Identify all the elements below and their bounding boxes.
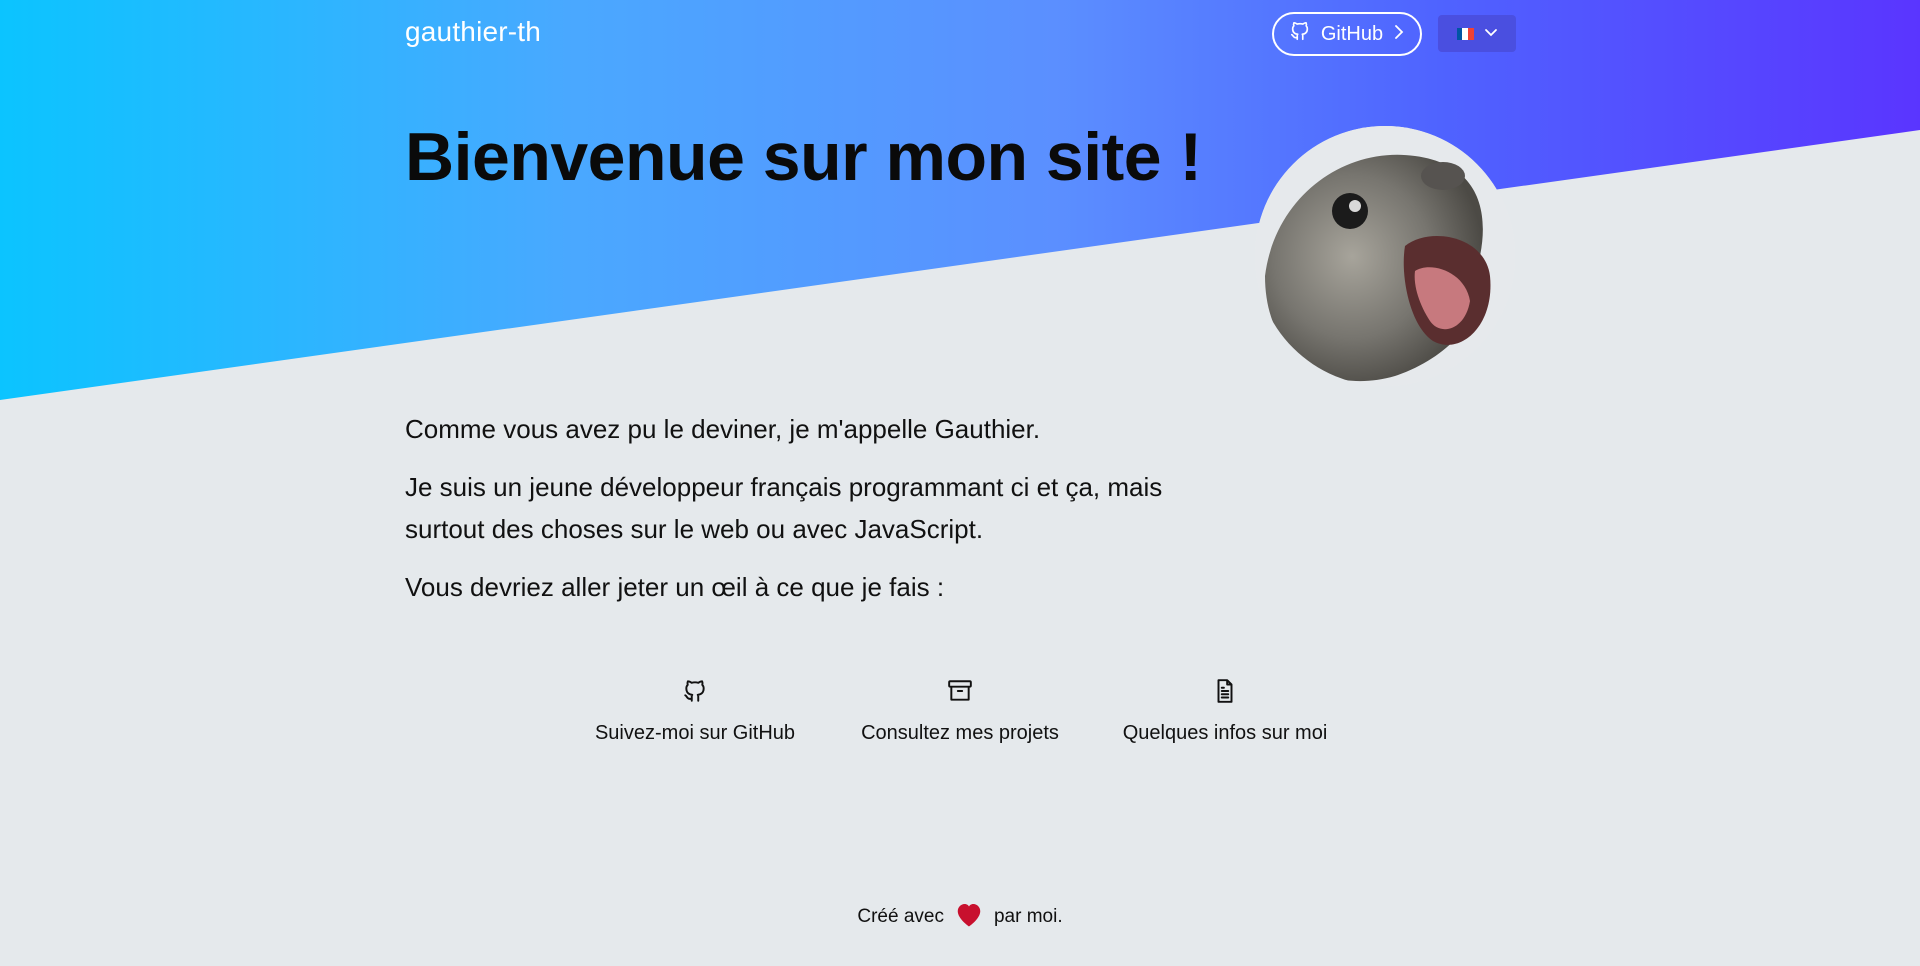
about-link[interactable]: Quelques infos sur moi [1110, 678, 1340, 745]
footer-text-after: par moi. [993, 906, 1063, 927]
github-button-label: GitHub [1320, 22, 1384, 45]
page-title: Bienvenue sur mon site ! [405, 119, 1202, 195]
chevron-down-icon [1484, 25, 1498, 43]
footer-text-before: Créé avec [857, 906, 944, 927]
intro-paragraph-2: Je suis un jeune développeur français pr… [405, 472, 1163, 544]
projects-link-label: Consultez mes projets [861, 722, 1059, 744]
github-header-button[interactable]: GitHub [1272, 12, 1422, 56]
intro-text: Comme vous avez pu le deviner, je m'appe… [405, 408, 1205, 624]
about-link-label: Quelques infos sur moi [1122, 722, 1328, 744]
github-icon [1289, 20, 1311, 48]
language-selector[interactable] [1438, 15, 1516, 52]
document-icon [1212, 678, 1238, 710]
avatar-seal-photo [1255, 126, 1515, 386]
footer: Créé avec par moi. [0, 900, 1920, 934]
projects-link[interactable]: Consultez mes projets [845, 678, 1075, 745]
intro-paragraph-1: Comme vous avez pu le deviner, je m'appe… [405, 414, 1041, 444]
github-link[interactable]: Suivez-moi sur GitHub [580, 678, 810, 745]
hero-gradient-background [0, 0, 1920, 400]
quick-links: Suivez-moi sur GitHub Consultez mes proj… [580, 678, 1340, 745]
github-link-label: Suivez-moi sur GitHub [594, 722, 796, 744]
intro-paragraph-3: Vous devriez aller jeter un œil à ce que… [405, 572, 945, 602]
github-icon [682, 678, 708, 710]
chevron-right-icon [1393, 23, 1405, 46]
heart-icon [954, 900, 984, 934]
archive-icon [947, 678, 973, 710]
site-brand[interactable]: gauthier-th [405, 16, 541, 48]
france-flag-icon [1456, 27, 1474, 40]
